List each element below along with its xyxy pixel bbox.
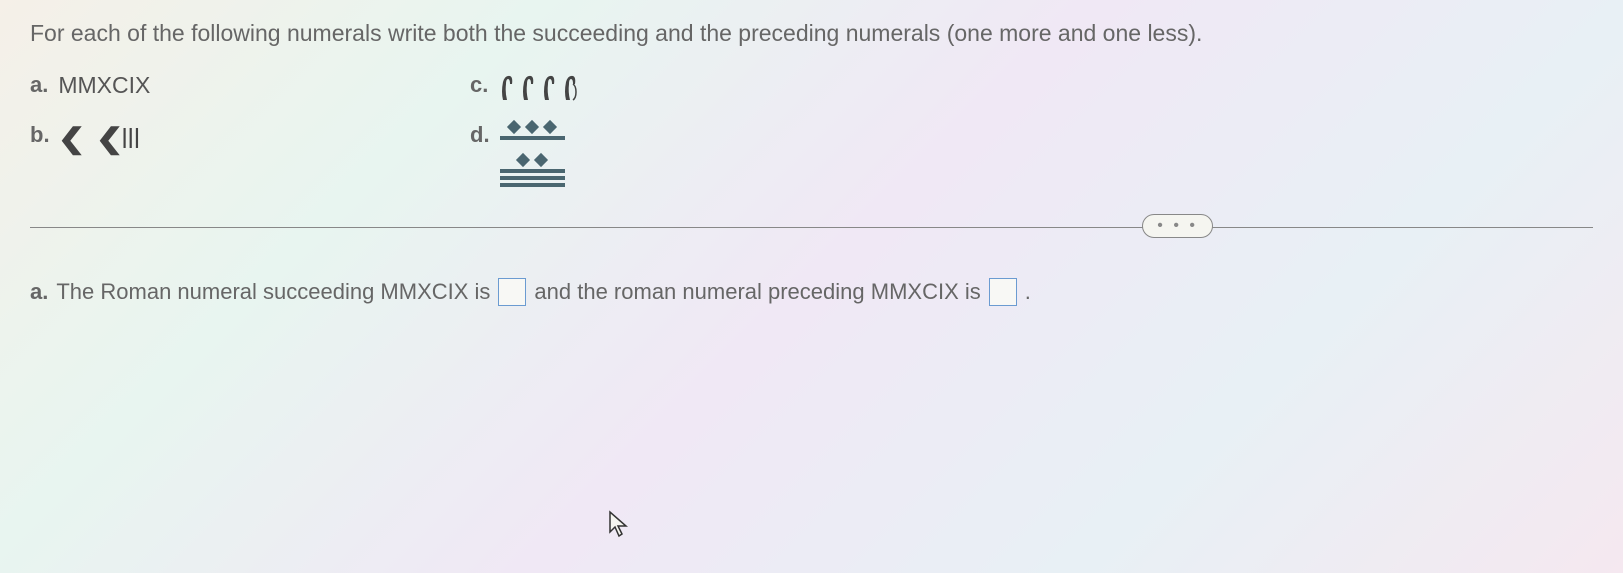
more-button[interactable]: • • • bbox=[1142, 214, 1213, 238]
divider-line bbox=[30, 227, 1593, 228]
answer-text-end: . bbox=[1025, 279, 1031, 305]
answer-a: a. The Roman numeral succeeding MMXCIX i… bbox=[30, 278, 1593, 306]
egyptian-heel-icon bbox=[519, 72, 537, 102]
mayan-dot-icon bbox=[525, 120, 539, 134]
babylonian-one-icon: ǀǀǀ bbox=[122, 124, 141, 156]
mayan-bar-icon bbox=[500, 136, 565, 140]
babylonian-ten-icon: ❮ bbox=[57, 122, 85, 156]
problems-grid: a. MMXCIX c. b. ❮ ❮ǀǀǀ d. bbox=[30, 72, 1593, 187]
egyptian-heel-icon bbox=[561, 72, 579, 102]
problem-b-label: b. bbox=[30, 122, 50, 148]
egyptian-heel-icon bbox=[540, 72, 558, 102]
babylonian-numeral: ❮ ❮ǀǀǀ bbox=[60, 122, 140, 156]
mayan-bar-icon bbox=[500, 176, 565, 180]
problem-a-label: a. bbox=[30, 72, 48, 98]
mayan-top-level bbox=[500, 122, 565, 140]
problem-d-label: d. bbox=[470, 122, 490, 148]
egyptian-numeral bbox=[498, 72, 579, 102]
mayan-bottom-level bbox=[500, 155, 565, 187]
mayan-bar-icon bbox=[500, 169, 565, 173]
problem-c-label: c. bbox=[470, 72, 488, 98]
problem-a: a. MMXCIX bbox=[30, 72, 470, 102]
problem-a-content: MMXCIX bbox=[58, 72, 150, 99]
mayan-dot-icon bbox=[534, 153, 548, 167]
mayan-bar-icon bbox=[500, 183, 565, 187]
preceding-input[interactable] bbox=[989, 278, 1017, 306]
egyptian-heel-icon bbox=[498, 72, 516, 102]
answer-text-1: The Roman numeral succeeding MMXCIX is bbox=[56, 279, 490, 305]
divider: • • • bbox=[30, 227, 1593, 228]
problem-c: c. bbox=[470, 72, 910, 102]
answer-text-2: and the roman numeral preceding MMXCIX i… bbox=[534, 279, 980, 305]
mayan-dot-icon bbox=[543, 120, 557, 134]
babylonian-ten-icon: ❮ bbox=[96, 122, 124, 156]
problem-d: d. bbox=[470, 122, 910, 187]
problem-b: b. ❮ ❮ǀǀǀ bbox=[30, 122, 470, 187]
instruction-text: For each of the following numerals write… bbox=[30, 20, 1593, 47]
answer-a-label: a. bbox=[30, 279, 48, 305]
succeeding-input[interactable] bbox=[498, 278, 526, 306]
cursor-icon bbox=[608, 510, 630, 545]
mayan-dot-icon bbox=[507, 120, 521, 134]
mayan-dot-icon bbox=[516, 153, 530, 167]
mayan-numeral bbox=[500, 122, 565, 187]
